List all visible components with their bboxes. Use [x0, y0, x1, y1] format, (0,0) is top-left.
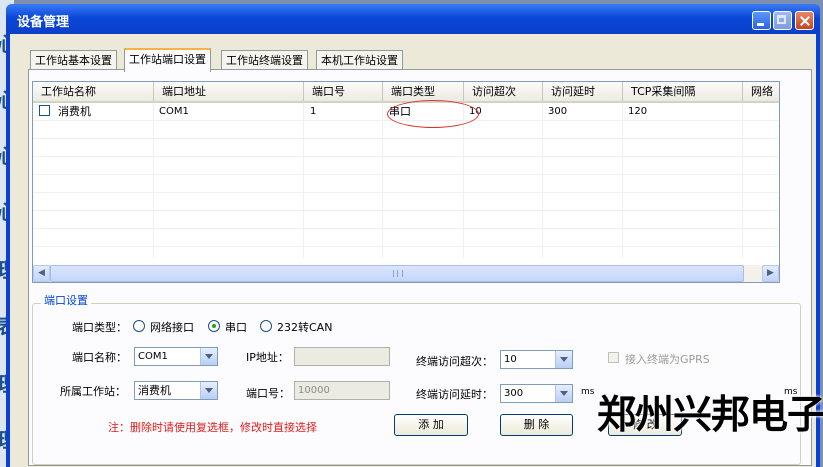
radio-network-interface[interactable] [133, 320, 145, 332]
maximize-button[interactable] [773, 11, 792, 30]
gprs-label: 接入终端为GPRS [625, 353, 710, 366]
chevron-down-icon[interactable] [555, 385, 572, 402]
table-header: 工作站名称 端口地址 端口号 端口类型 访问超次 访问延时 TCP采集间隔 网络 [33, 82, 779, 103]
grid-line [622, 103, 623, 258]
port-number-label: 端口号： [246, 387, 290, 400]
gprs-checkbox[interactable] [608, 352, 619, 363]
radio-serial-port[interactable] [208, 320, 220, 332]
tab-workstation-port[interactable]: 工作站端口设置 [124, 48, 211, 72]
tab-workstation-terminal[interactable]: 工作站终端设置 [221, 50, 308, 70]
column-header-port-type[interactable]: 端口类型 [383, 82, 464, 101]
tab-workstation-basic[interactable]: 工作站基本设置 [30, 50, 117, 70]
grid-line [33, 192, 779, 193]
grid-line [303, 103, 304, 258]
cell-port-number: 1 [310, 106, 317, 117]
delete-button[interactable]: 删 除 [500, 414, 573, 436]
column-header-network[interactable]: 网络 [743, 82, 779, 101]
grid-line [33, 156, 779, 157]
grid-line [382, 103, 383, 258]
workstation-select[interactable]: 消费机 [134, 381, 218, 400]
grid-line [463, 103, 464, 258]
chevron-down-icon[interactable] [555, 351, 572, 368]
window-title: 设备管理 [17, 15, 70, 30]
terminal-retry-select[interactable]: 10 [500, 350, 573, 369]
column-header-workstation-name[interactable]: 工作站名称 [33, 82, 154, 101]
grid-line [153, 103, 154, 258]
chevron-down-icon[interactable] [200, 348, 217, 365]
cell-access-delay: 300 [548, 106, 568, 117]
grid-line [33, 246, 779, 247]
cell-workstation-name: 消费机 [58, 105, 91, 118]
add-button[interactable]: 添 加 [394, 414, 468, 436]
grid-line [33, 138, 779, 139]
column-header-port-address[interactable]: 端口地址 [154, 82, 304, 101]
minimize-icon [757, 23, 764, 26]
column-header-access-delay[interactable]: 访问延时 [543, 82, 623, 101]
grid-line [33, 210, 779, 211]
terminal-retry-value: 10 [504, 354, 517, 365]
scroll-right-button[interactable]: ▶ [762, 265, 779, 282]
scroll-left-button[interactable]: ◀ [33, 265, 50, 282]
grid-line [33, 228, 779, 229]
ip-address-label: IP地址： [246, 351, 289, 364]
red-annotation-circle [387, 100, 479, 128]
minimize-button[interactable] [752, 11, 771, 30]
grip-icon [393, 270, 403, 277]
column-header-tcp-interval[interactable]: TCP采集间隔 [623, 82, 743, 101]
grid-line [742, 103, 743, 258]
radio-serial-port-label[interactable]: 串口 [225, 319, 247, 335]
port-table[interactable]: 工作站名称 端口地址 端口号 端口类型 访问超次 访问延时 TCP采集间隔 网络 [32, 81, 780, 283]
port-type-label: 端口类型： [72, 321, 127, 334]
port-name-label: 端口名称： [72, 351, 127, 364]
terminal-delay-label: 终端访问延时： [416, 388, 493, 401]
delete-modify-note: 注：删除时请使用复选框，修改时直接选择 [108, 421, 317, 434]
horizontal-scrollbar[interactable]: ◀ ▶ [33, 265, 779, 282]
ip-address-field[interactable] [294, 347, 390, 366]
radio-232-to-can[interactable] [260, 320, 272, 332]
port-number-field[interactable]: 10000 [294, 381, 390, 400]
row-checkbox[interactable] [39, 105, 50, 116]
scrollbar-thumb[interactable] [50, 265, 744, 282]
grid-line [542, 103, 543, 258]
grid-line [33, 174, 779, 175]
port-settings-title: 端口设置 [41, 292, 91, 308]
workstation-label: 所属工作站： [60, 385, 126, 398]
cell-port-address: COM1 [159, 106, 189, 117]
delay-unit-label: ms [581, 387, 595, 397]
column-header-access-retry[interactable]: 访问超次 [464, 82, 543, 101]
workstation-value: 消费机 [138, 384, 171, 397]
terminal-delay-value: 300 [504, 388, 524, 399]
port-name-select[interactable]: COM1 [134, 347, 218, 366]
watermark-text: 郑州兴邦电子 [597, 393, 823, 438]
cell-tcp-interval: 120 [628, 106, 648, 117]
column-header-port-number[interactable]: 端口号 [304, 82, 383, 101]
radio-network-interface-label[interactable]: 网络接口 [150, 319, 194, 335]
close-button[interactable] [795, 11, 814, 30]
tab-local-workstation[interactable]: 本机工作站设置 [316, 50, 403, 70]
radio-232-to-can-label[interactable]: 232转CAN [277, 319, 332, 335]
chevron-down-icon[interactable] [200, 382, 217, 399]
title-bar[interactable]: 设备管理 [6, 4, 820, 34]
terminal-retry-label: 终端访问超次： [416, 355, 493, 368]
terminal-delay-select[interactable]: 300 [500, 384, 573, 403]
port-name-value: COM1 [138, 351, 168, 362]
maximize-icon [777, 15, 786, 24]
